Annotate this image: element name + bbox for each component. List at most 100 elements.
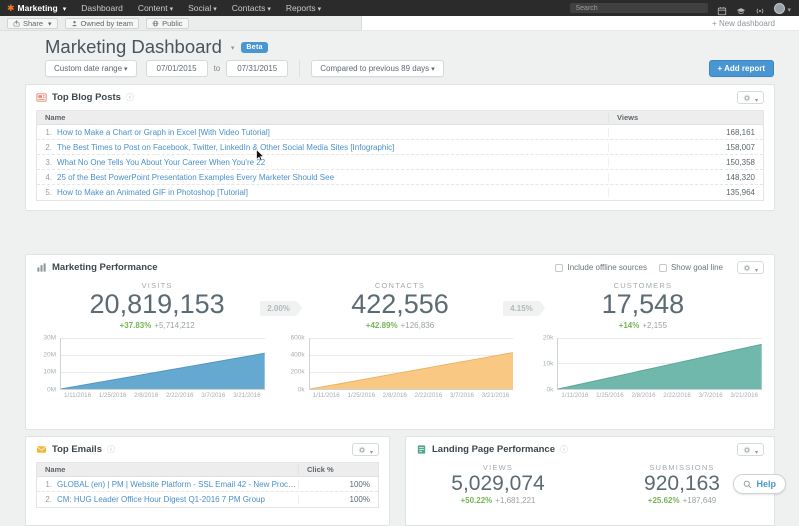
include-offline-sources-checkbox[interactable]: Include offline sources [555,263,647,272]
compare-label: Compared to previous 89 days [320,63,430,73]
table-row[interactable]: 2. CM: HUG Leader Office Hour Digest Q1-… [37,492,378,507]
compare-dropdown[interactable]: Compared to previous 89 days [311,59,444,77]
info-icon[interactable]: ⓘ [107,444,115,455]
help-label: Help [756,479,776,489]
table-row[interactable]: 1. GLOBAL (en) | PM | Website Platform -… [37,477,378,492]
metric-delta: +50.22% +1,681,221 [406,496,590,505]
blog-post-link[interactable]: What No One Tells You About Your Career … [57,158,608,167]
marketing-performance-panel: Marketing Performance Include offline so… [25,254,775,430]
panel-settings-button[interactable] [737,91,764,104]
table-row[interactable]: 5. How to Make an Animated GIF in Photos… [37,185,763,200]
divider [299,59,301,77]
panel-header: Landing Page Performance ⓘ [406,437,774,460]
start-date-field[interactable] [145,59,208,77]
public-button[interactable]: Public [146,17,189,29]
metric-delta: +25.62% +187,649 [590,496,774,505]
info-icon[interactable]: ⓘ [126,92,134,103]
metric-contacts: CONTACTS 422,556 +42.89% +126,836 [297,281,503,330]
metric-value: 5,029,074 [451,472,545,495]
checkbox[interactable] [555,263,564,272]
checkbox[interactable] [658,263,667,272]
panel-settings-button[interactable] [737,261,764,274]
blog-post-link[interactable]: 25 of the Best PowerPoint Presentation E… [57,173,608,182]
table-row[interactable]: 2. The Best Times to Post on Facebook, T… [37,140,763,155]
blog-icon [36,93,47,102]
row-rank: 3. [45,157,52,167]
table-row[interactable]: 3. What No One Tells You About Your Care… [37,155,763,170]
visits-area-chart: 30M 20M 10M 0M 1/11/2016 1/25/2016 2/8/2016 2/… [38,334,265,399]
metric-value: 17,548 [601,289,685,319]
add-report-button[interactable]: + Add report [708,59,774,77]
share-button[interactable]: Share [7,17,58,29]
metric-visits: VISITS 20,819,153 +37.83% +5,714,212 [54,281,260,330]
search-input[interactable] [570,3,709,13]
chevron-down-icon [211,3,217,13]
delta-percent: +42.89% [365,320,398,330]
chevron-down-icon [753,89,758,107]
filter-bar: Custom date range to Compared to previou… [45,59,774,77]
owned-by-team-button[interactable]: Owned by team [64,17,140,29]
nav-item-contacts[interactable]: Contacts [232,3,271,13]
date-range-dropdown[interactable]: Custom date range [45,59,137,77]
show-goal-line-checkbox[interactable]: Show goal line [658,263,723,272]
share-icon [13,19,20,26]
email-link[interactable]: CM: HUG Leader Office Hour Digest Q1-201… [57,495,298,504]
gear-icon [358,446,366,453]
dashboard-switcher-caret-icon[interactable] [229,42,235,53]
account-menu[interactable] [774,0,791,17]
row-rank: 2. [45,495,52,504]
landing-metrics: VIEWS 5,029,074 +50.22% +1,681,221 SUBMIS… [406,460,774,505]
chevron-down-icon [316,3,322,13]
click-rate-value: 100% [298,495,378,504]
info-icon[interactable]: ⓘ [560,444,568,455]
chevron-down-icon [122,64,128,73]
panel-settings-button[interactable] [737,443,764,456]
views-value: 150,358 [608,157,763,167]
nav-item-label: Reports [285,3,316,13]
share-button-label: Share [23,18,44,28]
table-row[interactable]: 4. 25 of the Best PowerPoint Presentatio… [37,170,763,185]
blog-post-link[interactable]: The Best Times to Post on Facebook, Twit… [57,143,608,152]
table-row[interactable]: 1. How to Make a Chart or Graph in Excel… [37,125,763,140]
nav-item-label: Dashboard [81,3,123,13]
nav-brand-menu[interactable]: ✱ Marketing [7,3,66,13]
nav-item-reports[interactable]: Reports [286,3,321,13]
hubspot-logo-icon: ✱ [7,2,15,13]
customers-area-chart: 20k 10k 0k 1/11/2016 1/25/2016 2/8/2016 2/22/… [535,334,763,399]
delta-absolute: +1,681,221 [495,496,536,506]
x-axis: 1/11/2016 1/25/2016 2/8/2016 2/22/2016 3/7/2… [561,391,758,399]
delta-percent: +25.62% [647,496,680,506]
new-dashboard-link[interactable]: + New dashboard [712,19,775,28]
delta-absolute: +187,649 [682,496,717,506]
calendar-icon[interactable] [717,3,727,16]
delta-absolute: +126,836 [400,320,435,330]
landing-page-icon [417,445,426,454]
nav-item-content[interactable]: Content [138,3,173,13]
end-date-field[interactable] [226,59,289,77]
row-rank: 1. [45,127,52,137]
row-rank: 1. [45,479,52,489]
academy-cap-icon[interactable] [736,3,746,14]
magnifier-icon [744,480,752,488]
row-rank: 2. [45,142,52,152]
metric-customers: CUSTOMERS 17,548 +14% +2,155 [540,281,746,330]
checkbox-label: Include offline sources [567,263,647,272]
plot-area [308,337,514,390]
nav-item-social[interactable]: Social [188,3,217,13]
nav-item-dashboard[interactable]: Dashboard [81,3,123,13]
metric-views: VIEWS 5,029,074 +50.22% +1,681,221 [406,463,590,505]
panel-header: Top Blog Posts ⓘ [26,85,774,108]
blog-post-link[interactable]: How to Make an Animated GIF in Photoshop… [57,188,608,197]
click-rate-value: 100% [298,479,378,489]
y-axis: 20k 10k 0k [542,334,554,394]
views-value: 168,161 [608,127,763,137]
help-button[interactable]: Help [733,474,786,494]
metric-delta: +42.89% +126,836 [297,321,503,330]
panel-settings-button[interactable] [352,443,379,456]
broadcast-icon[interactable] [755,3,765,14]
conversion-rate-badge: 4.15% [503,300,540,316]
column-header-views: Views [608,113,763,122]
blog-post-link[interactable]: How to Make a Chart or Graph in Excel [W… [57,128,608,137]
email-link[interactable]: GLOBAL (en) | PM | Website Platform - SS… [57,480,298,489]
bar-chart-icon [37,263,46,272]
